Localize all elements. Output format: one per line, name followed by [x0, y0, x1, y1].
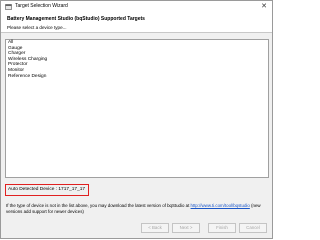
- note-text-before: If the type of device is not in the list…: [6, 203, 191, 208]
- wizard-icon: [5, 4, 12, 10]
- page-title: Battery Management Studio (bqStudio) Sup…: [7, 16, 145, 22]
- auto-detected-device: Auto Detected Device : 1717_17_17: [5, 184, 89, 196]
- device-type-list[interactable]: All Gauge Charger Wireless Charging Prot…: [5, 39, 269, 178]
- bqstudio-download-link[interactable]: http://www.ti.com/tool/bqstudio: [191, 203, 250, 208]
- button-row: < Back Next > Finish Cancel: [1, 223, 272, 235]
- next-button[interactable]: Next >: [172, 223, 200, 233]
- page-subtitle: Please select a device type...: [7, 25, 67, 30]
- title-bar: Target Selection Wizard ✕: [1, 1, 272, 12]
- back-button[interactable]: < Back: [141, 223, 169, 233]
- cancel-button[interactable]: Cancel: [239, 223, 267, 233]
- window-title: Target Selection Wizard: [15, 3, 68, 9]
- wizard-header: Battery Management Studio (bqStudio) Sup…: [1, 12, 272, 33]
- close-icon[interactable]: ✕: [259, 2, 269, 11]
- list-item-reference-design[interactable]: Reference Design: [6, 74, 268, 80]
- target-selection-window: Target Selection Wizard ✕ Battery Manage…: [0, 0, 273, 239]
- download-note: If the type of device is not in the list…: [6, 203, 272, 215]
- finish-button[interactable]: Finish: [208, 223, 236, 233]
